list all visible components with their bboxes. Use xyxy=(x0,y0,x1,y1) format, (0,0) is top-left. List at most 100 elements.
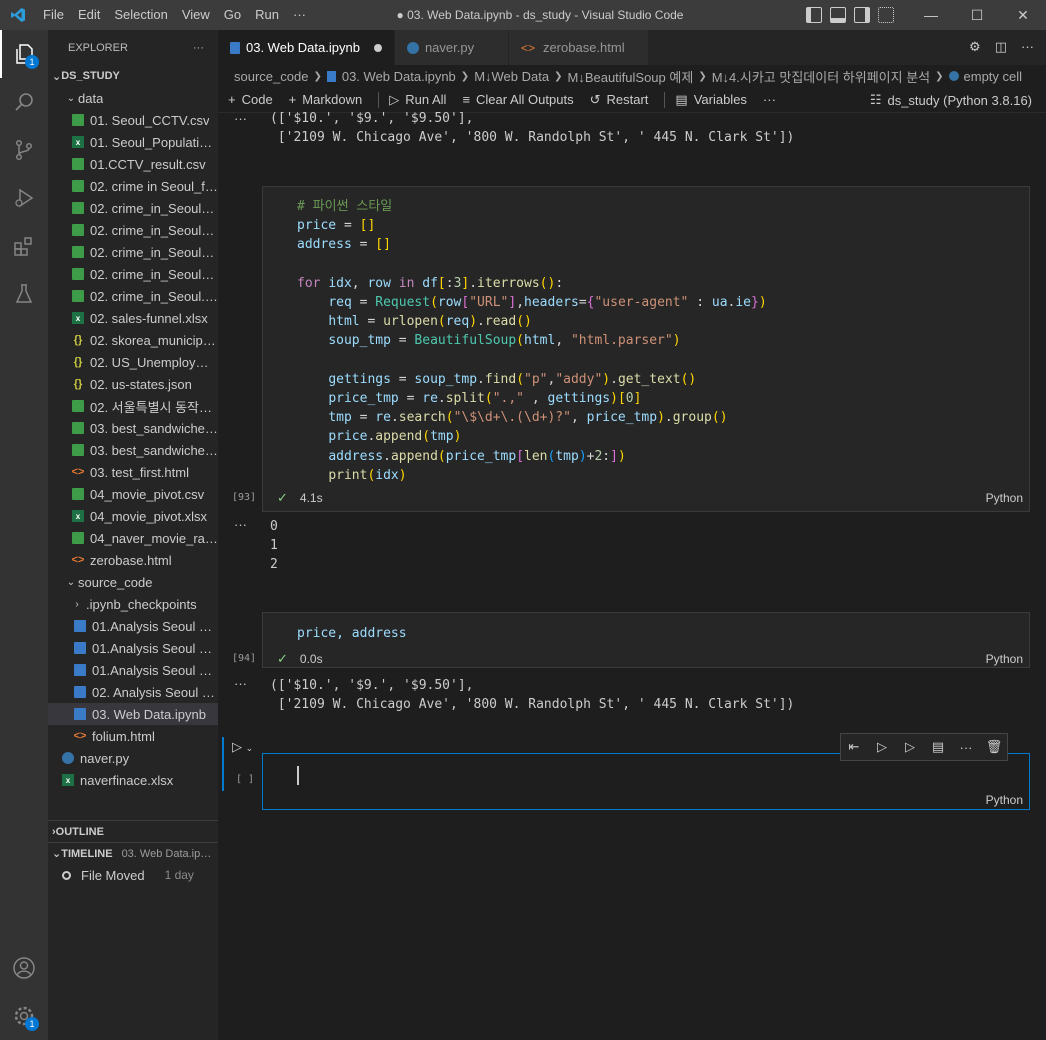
menu-view[interactable]: View xyxy=(175,0,217,30)
menu-edit[interactable]: Edit xyxy=(71,0,107,30)
breadcrumb-item[interactable]: 03. Web Data.ipynb xyxy=(342,69,456,84)
search-activity[interactable] xyxy=(0,78,48,126)
variables-button[interactable]: ▤ Variables xyxy=(675,92,747,108)
toggle-sidebar-icon[interactable] xyxy=(806,7,822,23)
tab-zerobase-html[interactable]: <> zerobase.html xyxy=(508,30,649,65)
file-item[interactable]: x 02. sales-funnel.xlsx xyxy=(48,307,218,329)
csv-file-icon xyxy=(72,400,84,412)
file-item[interactable]: 02. crime_in_Seoul_raw.csv xyxy=(48,263,218,285)
add-markdown-cell-button[interactable]: + Markdown xyxy=(289,92,363,107)
file-item[interactable]: x naverfinace.xlsx xyxy=(48,769,218,791)
code-cell-94[interactable]: price, address ✓ 0.0s Python xyxy=(262,612,1030,668)
run-all-button[interactable]: ▷ Run All xyxy=(389,92,446,108)
file-item[interactable]: 03. Web Data.ipynb xyxy=(48,703,218,725)
breadcrumb-item[interactable]: M↓BeautifulSoup 예제 xyxy=(567,67,693,86)
execute-cell-and-below-icon[interactable]: ▷ xyxy=(873,739,891,755)
execute-below-icon[interactable]: ▷ xyxy=(901,739,919,755)
file-item[interactable]: 02. crime_in_Seoul_1.csv xyxy=(48,197,218,219)
toggle-panel-icon[interactable] xyxy=(830,7,846,23)
menu-more[interactable]: ··· xyxy=(286,0,313,30)
menu-file[interactable]: File xyxy=(36,0,71,30)
file-item[interactable]: 04_naver_movie_raw_data.csv xyxy=(48,527,218,549)
breadcrumb-item[interactable]: empty cell xyxy=(964,69,1023,84)
split-cell-icon[interactable]: ▤ xyxy=(929,739,947,755)
file-item[interactable]: 01. Seoul_CCTV.csv xyxy=(48,109,218,131)
customize-layout-icon[interactable] xyxy=(878,7,894,23)
timeline-entry[interactable]: File Moved 1 day xyxy=(48,864,218,886)
folder-item[interactable]: › .ipynb_checkpoints xyxy=(48,593,218,615)
cell-language[interactable]: Python xyxy=(986,652,1023,666)
file-item[interactable]: {} 02. US_Unemployment.csv xyxy=(48,351,218,373)
cell-source[interactable]: # 파이썬 스타일 price = [] address = [] for id… xyxy=(297,197,767,485)
file-item[interactable]: <> 03. test_first.html xyxy=(48,461,218,483)
accounts-activity[interactable] xyxy=(0,944,48,992)
file-item[interactable]: 02. Analysis Seoul Crime.ipynb xyxy=(48,681,218,703)
file-item[interactable]: naver.py xyxy=(48,747,218,769)
file-item[interactable]: 02. 서울특별시 동작구.csv xyxy=(48,395,218,417)
output-more-icon[interactable]: ··· xyxy=(234,111,247,126)
file-item[interactable]: {} 02. skorea_municipalities_geo.json xyxy=(48,329,218,351)
file-item[interactable]: 01.Analysis Seoul CCTV.ipynb xyxy=(48,615,218,637)
minimize-icon[interactable]: — xyxy=(908,0,954,30)
split-editor-icon[interactable]: ◫ xyxy=(995,39,1007,55)
file-item[interactable]: <> folium.html xyxy=(48,725,218,747)
file-item[interactable]: 01.Analysis Seoul CCTV_2.ipynb xyxy=(48,637,218,659)
menu-go[interactable]: Go xyxy=(217,0,248,30)
more-cell-actions-icon[interactable]: ··· xyxy=(957,740,975,755)
testing-activity[interactable] xyxy=(0,270,48,318)
file-item[interactable]: 03. best_sandwiches_list_chicago.csv xyxy=(48,439,218,461)
file-item[interactable]: x 04_movie_pivot.xlsx xyxy=(48,505,218,527)
output-more-icon[interactable]: ··· xyxy=(234,676,247,691)
workspace-root[interactable]: ⌄ DS_STUDY xyxy=(48,65,218,87)
run-cell-button[interactable]: ▷ ⌄ xyxy=(232,739,253,755)
notebook-settings-gear-icon[interactable]: ⚙ xyxy=(969,39,981,55)
outline-section[interactable]: › OUTLINE xyxy=(48,820,218,842)
breadcrumb-item[interactable]: M↓4.시카고 맛집데이터 하위페이지 분석 xyxy=(712,67,930,86)
explorer-activity[interactable]: 1 xyxy=(0,30,48,78)
file-item[interactable]: 01.CCTV_result.csv xyxy=(48,153,218,175)
file-item[interactable]: {} 02. us-states.json xyxy=(48,373,218,395)
timeline-label: TIMELINE xyxy=(61,847,113,860)
menu-selection[interactable]: Selection xyxy=(107,0,174,30)
file-item[interactable]: 02. crime in Seoul_final.csv xyxy=(48,175,218,197)
file-item[interactable]: 02. crime_in_Seoul_location.csv xyxy=(48,241,218,263)
menu-run[interactable]: Run xyxy=(248,0,286,30)
timeline-section[interactable]: ⌄ TIMELINE 03. Web Data.ipynb xyxy=(48,842,218,864)
cell-language[interactable]: Python xyxy=(986,491,1023,505)
kernel-picker[interactable]: ☷ ds_study (Python 3.8.16) xyxy=(870,92,1032,108)
file-item[interactable]: x 01. Seoul_Population.xls xyxy=(48,131,218,153)
file-item[interactable]: 03. best_sandwiches_list.csv xyxy=(48,417,218,439)
toolbar-more-button[interactable]: ··· xyxy=(763,92,776,107)
execute-above-icon[interactable]: ⇤ xyxy=(845,739,863,755)
code-cell-93[interactable]: # 파이썬 스타일 price = [] address = [] for id… xyxy=(262,186,1030,512)
folder-source-code[interactable]: ⌄ source_code xyxy=(48,571,218,593)
empty-code-cell[interactable]: Python xyxy=(262,753,1030,810)
file-item[interactable]: 02. crime_in_Seoul_final.csv xyxy=(48,219,218,241)
restart-button[interactable]: ↺ Restart xyxy=(590,92,649,108)
more-actions-icon[interactable]: ··· xyxy=(1021,39,1034,55)
delete-cell-icon[interactable]: 🗑 xyxy=(985,739,1003,755)
clear-outputs-button[interactable]: ≡ Clear All Outputs xyxy=(462,92,573,107)
cell-source[interactable]: price, address xyxy=(297,624,407,643)
file-item[interactable]: 02. crime_in_Seoul.csv xyxy=(48,285,218,307)
tab-naver-py[interactable]: naver.py xyxy=(394,30,509,65)
run-debug-activity[interactable] xyxy=(0,174,48,222)
toggle-secondary-sidebar-icon[interactable] xyxy=(854,7,870,23)
source-control-activity[interactable] xyxy=(0,126,48,174)
close-icon[interactable]: ✕ xyxy=(1000,0,1046,30)
unsaved-dot-icon[interactable] xyxy=(373,43,382,52)
explorer-more-button[interactable]: ··· xyxy=(193,42,204,54)
file-item[interactable]: 01.Analysis Seoul CCTV_3.ipynb xyxy=(48,659,218,681)
cell-language[interactable]: Python xyxy=(986,793,1023,807)
output-more-icon[interactable]: ··· xyxy=(234,517,247,532)
add-code-cell-button[interactable]: + Code xyxy=(228,92,273,107)
manage-activity[interactable]: 1 xyxy=(0,992,48,1040)
extensions-activity[interactable] xyxy=(0,222,48,270)
folder-data[interactable]: ⌄ data xyxy=(48,87,218,109)
tab-web-data-notebook[interactable]: 03. Web Data.ipynb xyxy=(218,30,395,65)
breadcrumb-item[interactable]: source_code xyxy=(234,69,308,84)
breadcrumb-item[interactable]: M↓Web Data xyxy=(474,69,549,84)
maximize-icon[interactable]: ☐ xyxy=(954,0,1000,30)
file-item[interactable]: <> zerobase.html xyxy=(48,549,218,571)
file-item[interactable]: 04_movie_pivot.csv xyxy=(48,483,218,505)
